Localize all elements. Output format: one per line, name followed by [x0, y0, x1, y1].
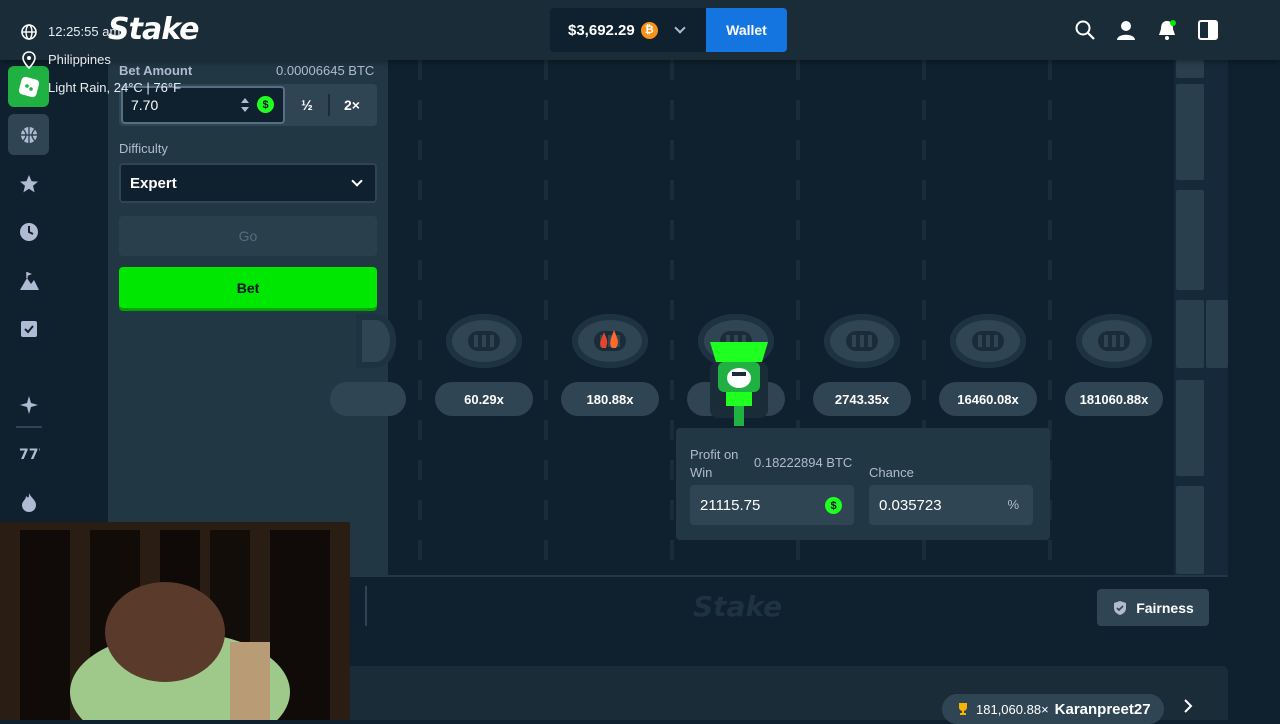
profit-panel: Profit on Win 0.18222894 BTC Chance 2111… [676, 428, 1050, 540]
car-block [1176, 190, 1204, 290]
chevron-right-icon[interactable] [1182, 698, 1194, 714]
sparkle-icon[interactable] [18, 394, 40, 416]
manhole-cover-burning[interactable] [572, 314, 648, 368]
winner-multiplier: 181,060.88× [976, 701, 1049, 717]
overlay-location: Philippines [48, 52, 111, 67]
globe-icon [21, 24, 37, 40]
multiplier-pill: 180.88x [561, 382, 659, 416]
svg-text:777: 777 [19, 447, 40, 463]
notification-bell-icon[interactable] [1156, 19, 1178, 41]
chevron-down-icon [351, 175, 363, 187]
lane-divider [670, 60, 674, 575]
location-pin-icon [22, 51, 36, 69]
sports-button[interactable] [8, 114, 49, 155]
mountain-flag-icon[interactable] [18, 270, 40, 292]
car-block [1206, 300, 1228, 368]
fire-icon [600, 330, 618, 348]
winner-name: Karanpreet27 [1054, 700, 1151, 718]
difficulty-label: Difficulty [119, 141, 168, 156]
footer-divider [365, 586, 367, 626]
profit-field[interactable]: 21115.75 $ [690, 485, 854, 525]
webcam-overlay [0, 522, 350, 720]
car-block [1176, 486, 1204, 574]
sidebar-divider [16, 426, 42, 428]
lane-divider [418, 60, 422, 575]
dollar-coin-icon: $ [825, 497, 842, 514]
lane-divider [544, 60, 548, 575]
difficulty-value: Expert [130, 174, 177, 192]
flame-icon[interactable] [18, 491, 40, 513]
balance-amount: $3,692.29 [568, 21, 635, 39]
profit-on-win-label: Profit on Win [690, 447, 739, 480]
chance-label: Chance [869, 465, 914, 480]
chance-value: 0.035723 [879, 496, 942, 514]
webcam-feed-image [0, 522, 350, 720]
percent-unit: % [1007, 497, 1019, 512]
challenge-icon[interactable] [18, 318, 40, 340]
trophy-icon [959, 703, 967, 715]
bet-button[interactable]: Bet [119, 267, 377, 308]
bet-panel [108, 60, 388, 575]
chance-field[interactable]: 0.035723 % [869, 485, 1033, 525]
overlay-time: 12:25:55 am [48, 24, 121, 39]
multiplier-pill: 16460.08x [939, 382, 1037, 416]
manhole-cover[interactable] [824, 314, 900, 368]
car-block [1176, 60, 1204, 78]
difficulty-select[interactable]: Expert [119, 163, 377, 203]
dollar-coin-icon: $ [257, 96, 274, 113]
stake-watermark: Stake [693, 590, 783, 623]
balance-selector[interactable]: $3,692.29 ₿ [550, 8, 706, 52]
chevron-down-icon [674, 22, 686, 34]
stepper-arrows-icon[interactable] [240, 95, 250, 115]
overlay-weather: Light Rain, 24°C | 76°F [48, 80, 182, 95]
shield-check-icon [1114, 600, 1127, 615]
car-block [1176, 380, 1204, 476]
car-block [1176, 84, 1204, 180]
wallet-button[interactable]: Wallet [706, 8, 787, 52]
profit-value: 21115.75 [700, 496, 761, 514]
half-button[interactable]: ½ [285, 84, 329, 126]
clock-icon[interactable] [18, 221, 40, 243]
manhole-cover[interactable] [950, 314, 1026, 368]
multiplier-pill: 2743.35x [813, 382, 911, 416]
user-icon[interactable] [1115, 19, 1137, 41]
fairness-label: Fairness [1136, 599, 1194, 616]
stream-overlay: 12:25:55 am Philippines Light Rain, 24°C… [20, 18, 181, 102]
star-icon[interactable] [18, 173, 40, 195]
sidebar-toggle-icon[interactable] [1197, 19, 1219, 41]
top-bar: Stake $3,692.29 ₿ Wallet [0, 0, 1280, 60]
multiplier-pill: 181060.88x [1065, 382, 1163, 416]
fairness-button[interactable]: Fairness [1097, 589, 1209, 626]
multiplier-pill: 60.29x [435, 382, 533, 416]
chicken-character-icon [710, 342, 768, 426]
manhole-cover[interactable] [1076, 314, 1152, 368]
multiplier-pill-partial [330, 382, 406, 416]
bitcoin-icon: ₿ [640, 21, 658, 39]
manhole-cover [356, 314, 396, 368]
profit-btc: 0.18222894 BTC [754, 455, 853, 470]
search-icon[interactable] [1074, 19, 1096, 41]
bet-amount-btc: 0.00006645 BTC [276, 63, 375, 78]
manhole-cover[interactable] [446, 314, 522, 368]
car-block [1176, 300, 1204, 368]
double-button[interactable]: 2× [330, 84, 374, 126]
basketball-icon [20, 126, 37, 143]
go-button[interactable]: Go [119, 216, 377, 256]
slots-icon[interactable]: 777 [18, 442, 40, 464]
